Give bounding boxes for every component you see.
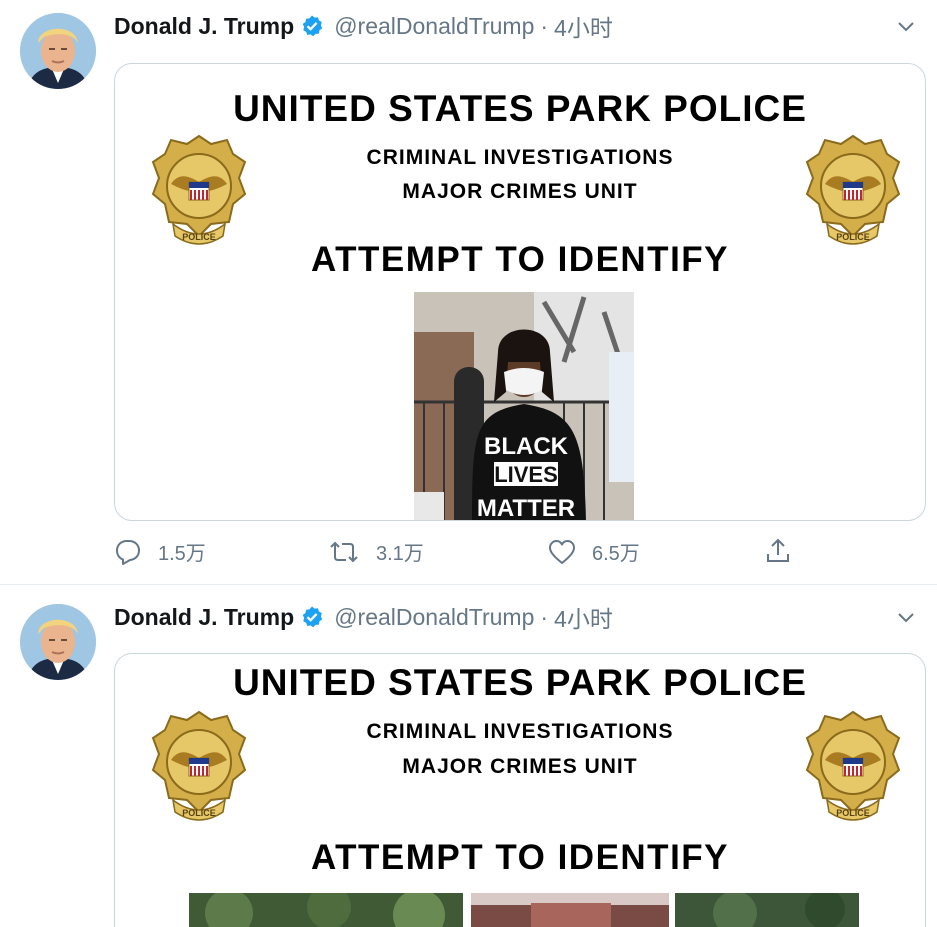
tweet-actions: 1.5万 3.1万 6.5万 (114, 537, 814, 571)
heart-icon (549, 539, 575, 564)
reply-button[interactable]: 1.5万 (114, 537, 206, 566)
author-handle[interactable]: @realDonaldTrump (334, 604, 534, 631)
like-count: 6.5万 (592, 543, 640, 565)
poster-headline: ATTEMPT TO IDENTIFY (310, 838, 730, 877)
suspect-photo-1[interactable] (189, 893, 463, 927)
tweet[interactable]: Donald J. Trump @realDonaldTrump · 4小时 U… (0, 585, 937, 927)
suspect-photo[interactable]: BLACK LIVES MATTER (414, 292, 634, 521)
retweet-button[interactable]: 3.1万 (328, 537, 424, 566)
tweet-header: Donald J. Trump @realDonaldTrump · 4小时 (114, 11, 917, 41)
park-police-badge-right: POLICE (803, 132, 903, 252)
park-police-badge-left: POLICE (149, 132, 249, 252)
author-name[interactable]: Donald J. Trump (114, 13, 294, 40)
shirt-text-1: BLACK (484, 433, 569, 460)
separator-dot: · (540, 603, 549, 630)
verified-badge-icon (300, 14, 324, 38)
retweet-icon (330, 541, 358, 562)
park-police-badge-right: POLICE (803, 708, 903, 828)
chevron-down-icon[interactable] (895, 606, 917, 633)
suspect-photo-3[interactable] (675, 893, 859, 927)
tweet[interactable]: Donald J. Trump @realDonaldTrump · 4小时 U… (0, 0, 937, 585)
retweet-count: 3.1万 (376, 543, 424, 565)
park-police-badge-left: POLICE (149, 708, 249, 828)
chevron-down-icon[interactable] (895, 15, 917, 42)
tweet-header: Donald J. Trump @realDonaldTrump · 4小时 (114, 602, 917, 632)
author-handle[interactable]: @realDonaldTrump (334, 13, 534, 40)
shirt-text-2: LIVES (494, 462, 558, 487)
tweet-media[interactable]: UNITED STATES PARK POLICE CRIMINAL INVES… (114, 63, 926, 521)
share-icon (767, 538, 789, 562)
reply-icon (116, 539, 140, 565)
tweet-timestamp[interactable]: 4小时 (554, 9, 613, 43)
suspect-photo-2[interactable] (471, 893, 669, 927)
author-avatar[interactable] (20, 604, 96, 680)
poster-title: UNITED STATES PARK POLICE (233, 88, 807, 129)
poster-title: UNITED STATES PARK POLICE (233, 662, 807, 703)
shirt-text-3: MATTER (477, 495, 575, 521)
author-name[interactable]: Donald J. Trump (114, 604, 294, 631)
share-button[interactable] (764, 537, 808, 565)
poster-headline: ATTEMPT TO IDENTIFY (310, 240, 730, 279)
badge-text: POLICE (836, 808, 870, 818)
verified-badge-icon (300, 605, 324, 629)
tweet-media[interactable]: UNITED STATES PARK POLICE CRIMINAL INVES… (114, 653, 926, 927)
separator-dot: · (540, 12, 549, 39)
badge-text: POLICE (182, 808, 216, 818)
tweet-timestamp[interactable]: 4小时 (554, 600, 613, 634)
reply-count: 1.5万 (158, 543, 206, 565)
like-button[interactable]: 6.5万 (548, 537, 640, 566)
author-avatar[interactable] (20, 13, 96, 89)
